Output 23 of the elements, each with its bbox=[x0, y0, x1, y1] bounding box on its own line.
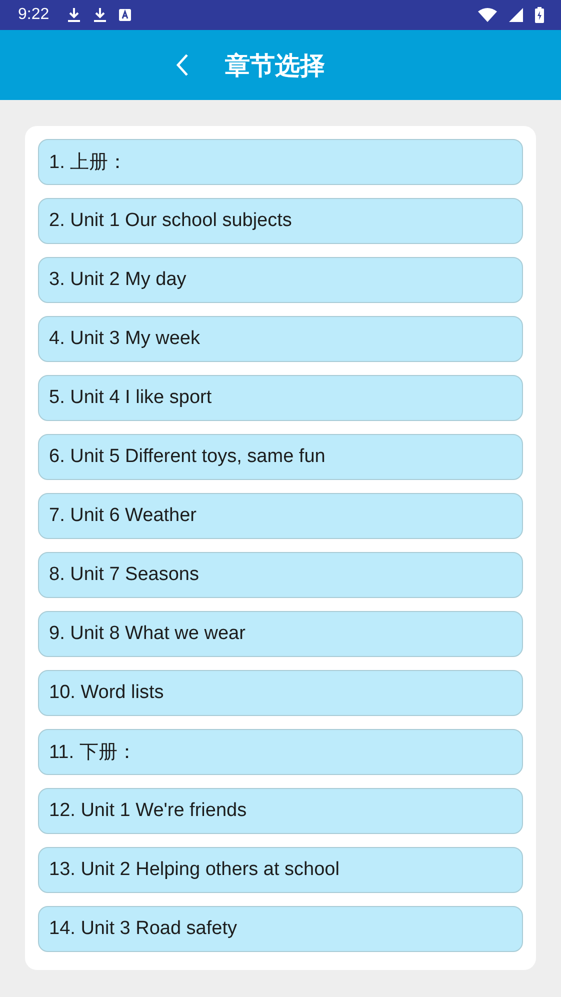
chapter-item[interactable]: 11. 下册： bbox=[38, 729, 523, 775]
chapter-item[interactable]: 4. Unit 3 My week bbox=[38, 316, 523, 362]
page-title: 章节选择 bbox=[225, 50, 325, 82]
download-icon bbox=[67, 7, 82, 23]
chapter-item[interactable]: 10. Word lists bbox=[38, 670, 523, 716]
chapter-item[interactable]: 14. Unit 3 Road safety bbox=[38, 906, 523, 952]
download-icon bbox=[93, 7, 108, 23]
chapter-item[interactable]: 3. Unit 2 My day bbox=[38, 257, 523, 303]
battery-icon bbox=[535, 7, 544, 23]
chapter-item[interactable]: 8. Unit 7 Seasons bbox=[38, 552, 523, 598]
chapter-item[interactable]: 9. Unit 8 What we wear bbox=[38, 611, 523, 657]
chapter-item[interactable]: 5. Unit 4 I like sport bbox=[38, 375, 523, 421]
chapter-item[interactable]: 12. Unit 1 We're friends bbox=[38, 788, 523, 834]
chapter-item[interactable]: 13. Unit 2 Helping others at school bbox=[38, 847, 523, 893]
app-notification-icon bbox=[119, 9, 132, 21]
back-icon[interactable] bbox=[175, 53, 189, 77]
chapter-item[interactable]: 1. 上册： bbox=[38, 139, 523, 185]
signal-icon bbox=[509, 8, 523, 22]
chapter-item[interactable]: 6. Unit 5 Different toys, same fun bbox=[38, 434, 523, 480]
chapter-item[interactable]: 7. Unit 6 Weather bbox=[38, 493, 523, 539]
status-time: 9:22 bbox=[18, 6, 50, 24]
chapter-item[interactable]: 2. Unit 1 Our school subjects bbox=[38, 198, 523, 244]
wifi-icon bbox=[478, 8, 497, 22]
